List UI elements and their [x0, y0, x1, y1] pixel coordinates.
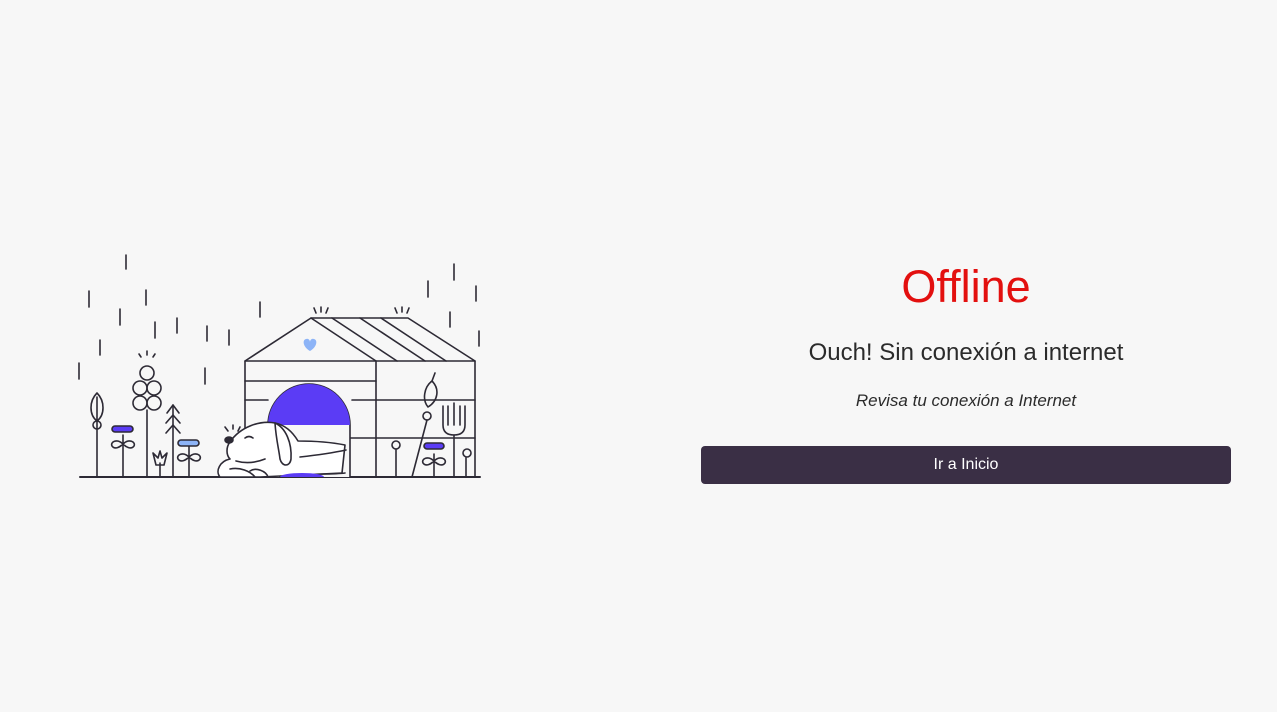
go-home-button[interactable]: Ir a Inicio — [701, 446, 1231, 484]
rain-drops — [78, 254, 480, 385]
offline-page: Offline Ouch! Sin conexión a internet Re… — [0, 0, 1277, 712]
dog-house-illustration — [78, 254, 481, 478]
page-title: Offline — [901, 261, 1031, 312]
connection-hint: Revisa tu conexión a Internet — [855, 391, 1077, 410]
plants-right — [391, 372, 472, 478]
offline-message-panel: Offline Ouch! Sin conexión a internet Re… — [701, 258, 1231, 484]
plants-left — [90, 350, 202, 478]
page-subtitle: Ouch! Sin conexión a internet — [808, 339, 1124, 366]
